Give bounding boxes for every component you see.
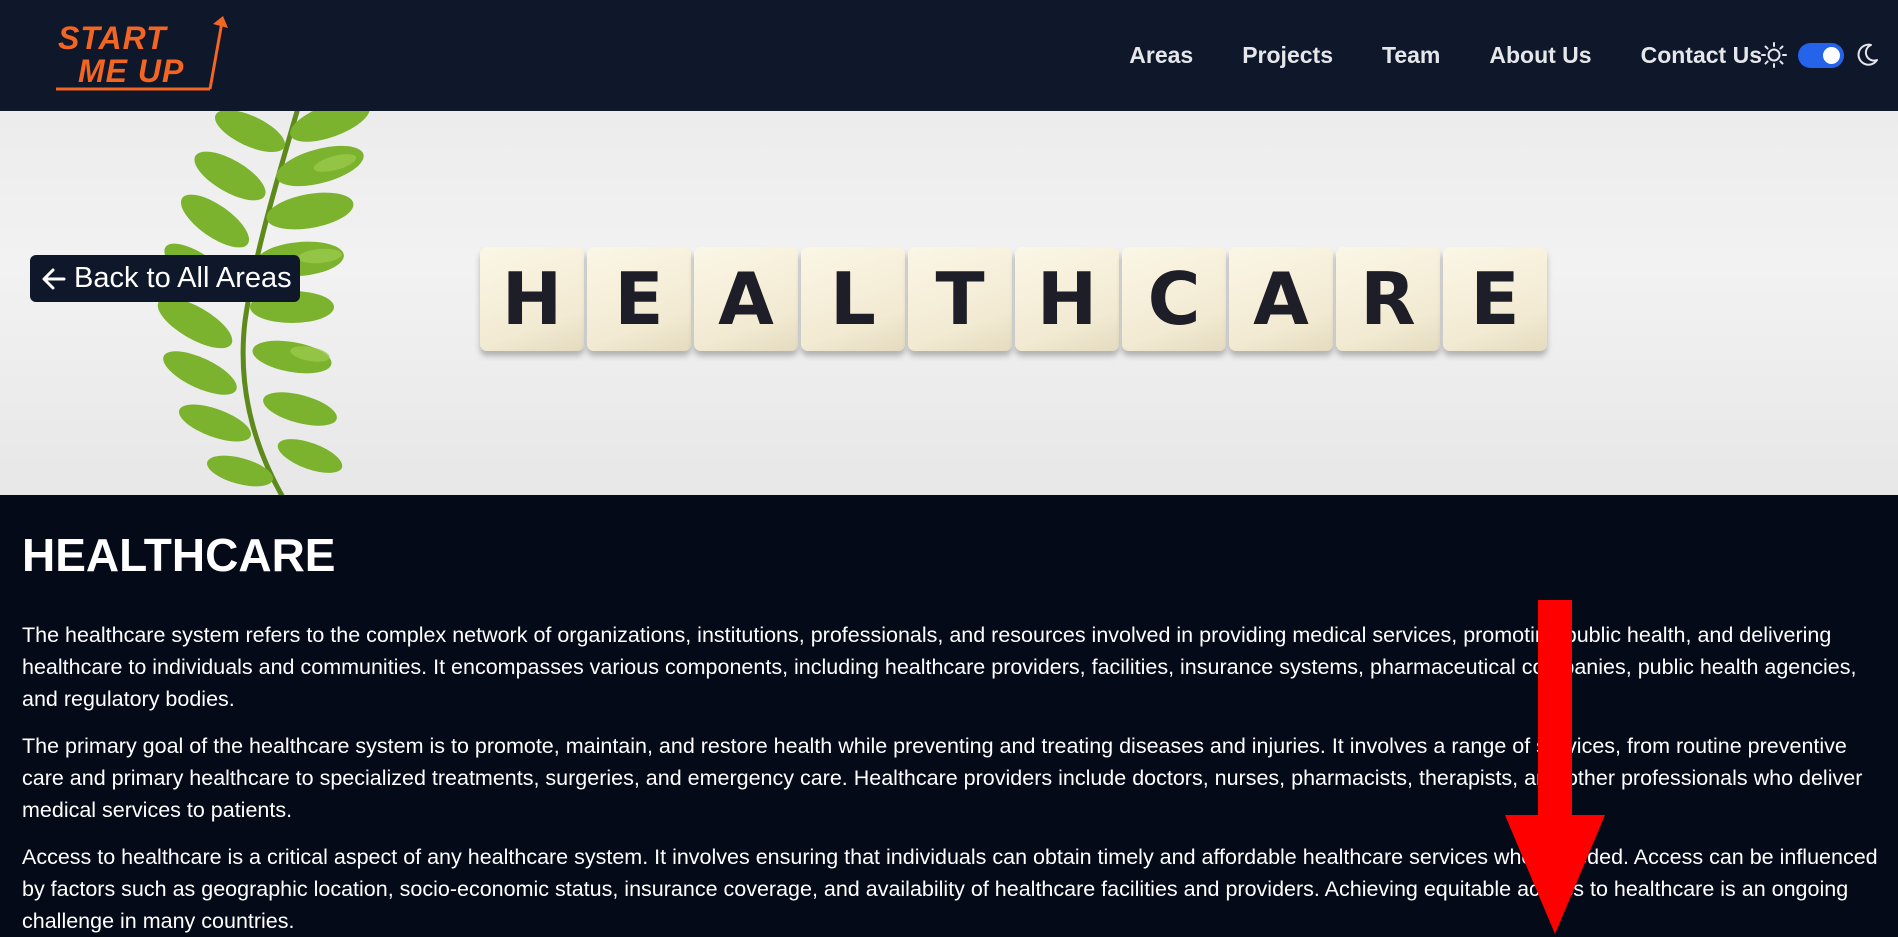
moon-icon xyxy=(1857,43,1878,66)
letter-tile: C xyxy=(1122,247,1226,351)
healthcare-tiles: H E A L T H C A R E xyxy=(480,247,1547,351)
back-to-all-areas-button[interactable]: Back to All Areas xyxy=(30,255,300,302)
page-title: HEALTHCARE xyxy=(22,529,336,581)
toggle-knob xyxy=(1823,46,1840,64)
dark-mode-toggle[interactable] xyxy=(1798,42,1844,68)
nav-projects[interactable]: Projects xyxy=(1242,42,1333,69)
logo-line2: ME UP xyxy=(78,53,184,89)
main-nav: Areas Projects Team About Us Contact Us xyxy=(1129,0,1762,111)
paragraph: The healthcare system refers to the comp… xyxy=(22,623,1857,711)
letter-tile: E xyxy=(587,247,691,351)
letter-tile: R xyxy=(1336,247,1440,351)
letter-tile: A xyxy=(694,247,798,351)
paragraph: The primary goal of the healthcare syste… xyxy=(22,734,1863,822)
logo-graphic: START ME UP xyxy=(56,16,228,91)
site-header: START ME UP Areas Projects Team About Us… xyxy=(0,0,1898,111)
arrow-left-icon xyxy=(42,268,66,289)
letter-tile: H xyxy=(1015,247,1119,351)
letter-tile: H xyxy=(480,247,584,351)
nav-areas[interactable]: Areas xyxy=(1129,42,1193,69)
back-button-label: Back to All Areas xyxy=(74,262,292,294)
paragraph: Access to healthcare is a critical aspec… xyxy=(22,845,1878,933)
nav-team[interactable]: Team xyxy=(1382,42,1440,69)
letter-tile: T xyxy=(908,247,1012,351)
area-content: HEALTHCARE The healthcare system refers … xyxy=(22,495,1882,937)
nav-about-us[interactable]: About Us xyxy=(1489,42,1591,69)
start-me-up-logo[interactable]: START ME UP xyxy=(50,14,230,94)
sun-icon xyxy=(1761,42,1787,68)
nav-contact-us[interactable]: Contact Us xyxy=(1641,42,1762,69)
logo-line1: START xyxy=(58,20,168,56)
hero-banner: H E A L T H C A R E Back to All Areas xyxy=(0,111,1898,495)
letter-tile: E xyxy=(1443,247,1547,351)
theme-switch xyxy=(1760,38,1880,72)
letter-tile: A xyxy=(1229,247,1333,351)
letter-tile: L xyxy=(801,247,905,351)
